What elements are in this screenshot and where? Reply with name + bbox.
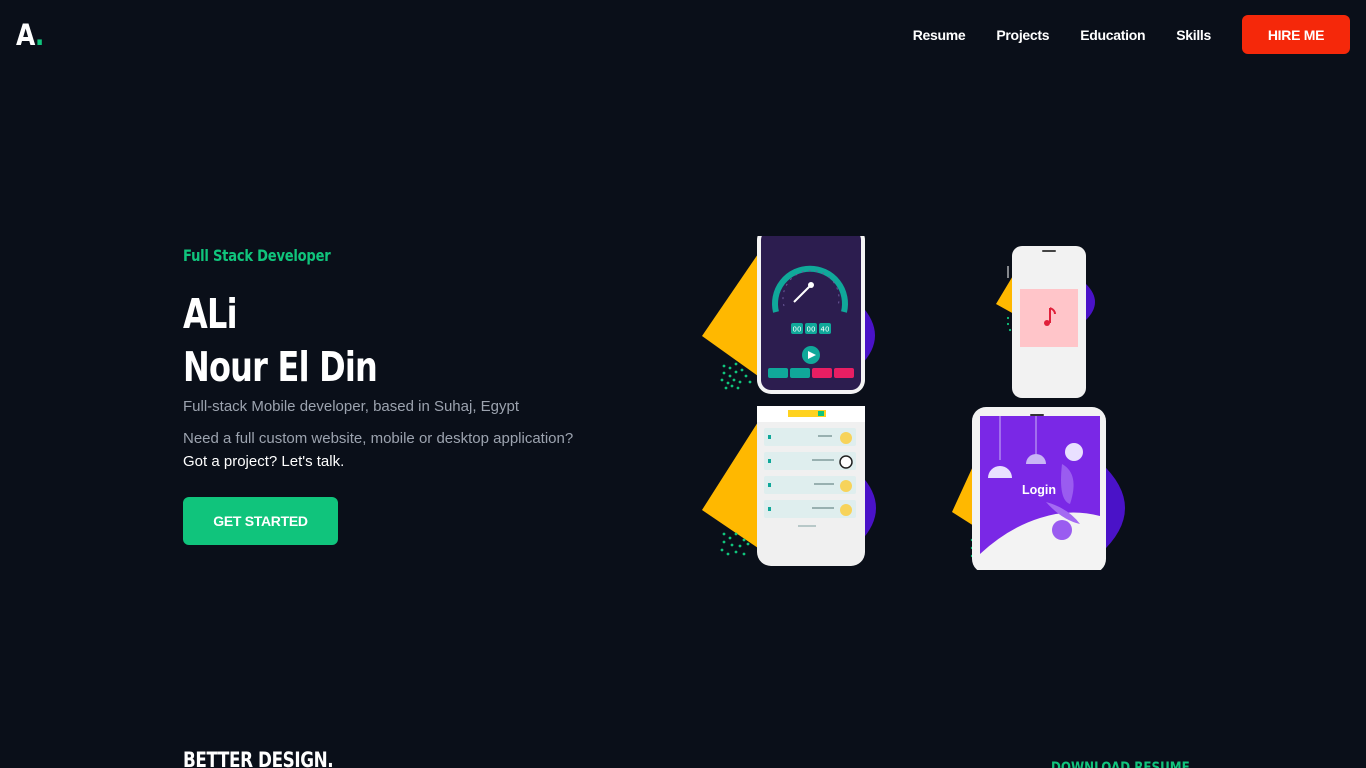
timer-screen — [761, 236, 861, 390]
music-note-icon — [1044, 320, 1050, 326]
main-nav: Resume Projects Education Skills HIRE ME — [913, 15, 1350, 54]
nav-link-resume[interactable]: Resume — [913, 27, 966, 43]
nav-link-skills[interactable]: Skills — [1176, 27, 1211, 43]
timer-digits: 00 00 40 — [791, 323, 831, 334]
timer-app-mockup: 00 00 40 — [702, 236, 875, 394]
music-app-mockup — [996, 246, 1095, 398]
yellow-shape — [702, 254, 758, 376]
chat-app-mockup — [702, 406, 876, 566]
cat-avatar-icon — [840, 480, 852, 492]
logo-letter: A — [16, 18, 36, 52]
cat-avatar-icon — [840, 432, 852, 444]
panda-avatar-icon — [839, 455, 853, 469]
yellow-shape — [996, 274, 1014, 314]
hero-name-line2: Nour El Din — [183, 343, 378, 391]
timer-digit-hours: 00 — [793, 326, 802, 334]
page: A. Resume Projects Education Skills HIRE… — [0, 0, 1366, 768]
hero-name-line1: ALi — [183, 290, 238, 338]
hero-pitch: Need a full custom website, mobile or de… — [183, 430, 574, 447]
cat-avatar-icon — [840, 504, 852, 516]
yellow-shape — [702, 422, 758, 548]
timer-digit-minutes: 00 — [807, 326, 816, 334]
get-started-button[interactable]: GET STARTED — [183, 497, 338, 545]
purple-shape — [1086, 284, 1095, 320]
hero-role: Full Stack Developer — [183, 246, 331, 265]
section-title: BETTER DESIGN. — [183, 748, 334, 768]
hero-description: Full-stack Mobile developer, based in Su… — [183, 398, 520, 415]
hire-me-button[interactable]: HIRE ME — [1242, 15, 1350, 54]
login-title: Login — [1022, 483, 1056, 497]
site-logo[interactable]: A. — [16, 18, 44, 52]
hero-name: ALi Nour El Din — [183, 288, 378, 394]
hero-cta-line: Got a project? Let's talk. — [183, 453, 345, 470]
nav-link-projects[interactable]: Projects — [996, 27, 1049, 43]
clock-icon — [1065, 443, 1083, 461]
nav-link-education[interactable]: Education — [1080, 27, 1145, 43]
download-resume-link[interactable]: DOWNLOAD RESUME — [1051, 760, 1190, 768]
login-app-mockup: Login — [952, 407, 1125, 570]
logo-dot: . — [34, 18, 44, 52]
yellow-shape — [952, 464, 974, 526]
timer-digit-seconds: 40 — [821, 326, 830, 334]
